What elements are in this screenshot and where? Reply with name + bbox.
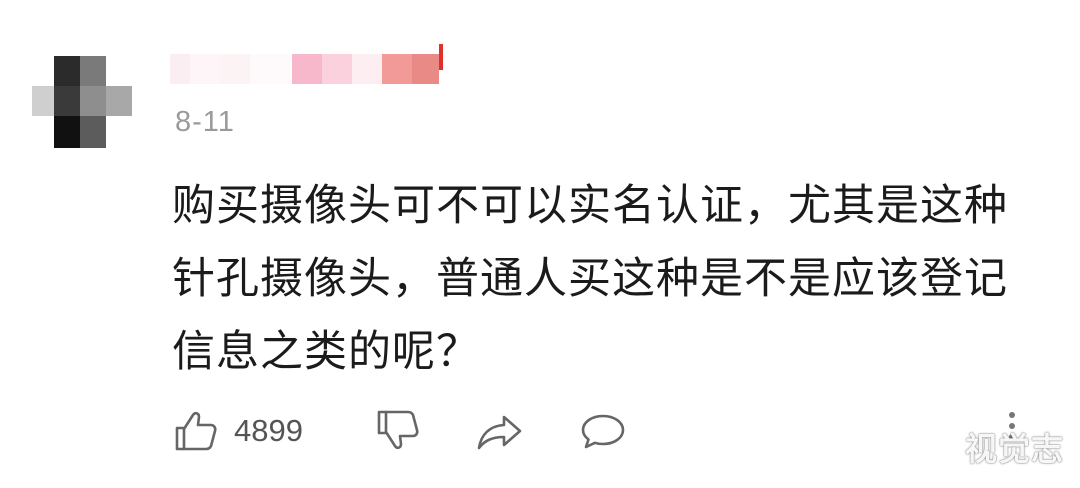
comment-bubble-icon	[578, 407, 628, 455]
dislike-button[interactable]	[374, 405, 422, 457]
watermark: 视觉志	[964, 430, 1064, 468]
comment-text-line: 信息之类的呢？	[172, 327, 480, 377]
thumbs-up-icon	[172, 407, 220, 455]
thumbs-down-icon	[374, 407, 422, 455]
comment-text: 购买摄像头可不可以实名认证，尤其是这种 针孔摄像头，普通人买这种是不是应该登记 …	[172, 170, 1052, 389]
avatar[interactable]	[32, 56, 132, 148]
comment-text-line: 购买摄像头可不可以实名认证，尤其是这种	[172, 181, 1008, 231]
comment-date: 8-11	[175, 106, 235, 138]
comment-actions: 4899	[172, 405, 1032, 457]
username[interactable]	[170, 40, 445, 88]
like-button[interactable]: 4899	[172, 405, 303, 457]
share-arrow-icon	[475, 407, 525, 455]
share-button[interactable]	[475, 405, 525, 457]
reply-button[interactable]	[578, 405, 628, 457]
comment-text-line: 针孔摄像头，普通人买这种是不是应该登记	[172, 254, 1008, 304]
comment-card: 8-11 购买摄像头可不可以实名认证，尤其是这种 针孔摄像头，普通人买这种是不是…	[0, 0, 1080, 488]
like-count: 4899	[234, 413, 303, 448]
